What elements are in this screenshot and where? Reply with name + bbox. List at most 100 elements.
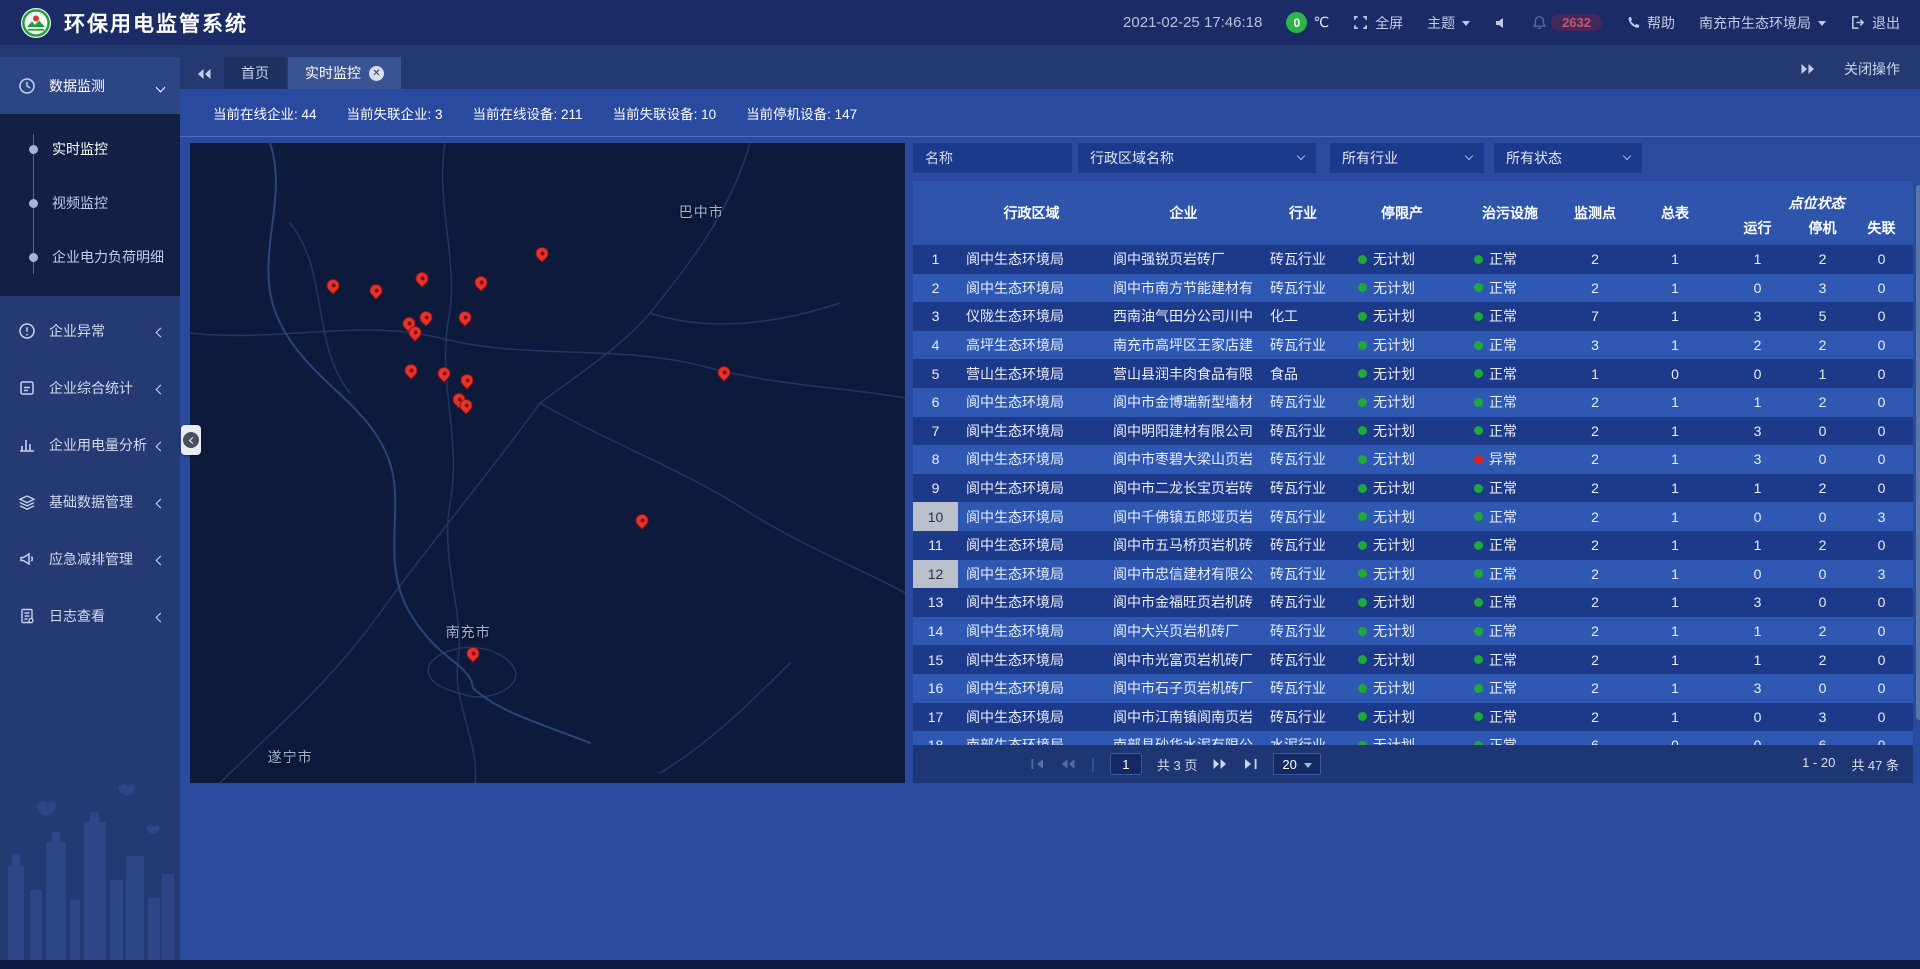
industry-filter-select[interactable]: 所有行业 [1330,143,1484,173]
table-row[interactable]: 11阆中生态环境局阆中市五马桥页岩机砖砖瓦行业无计划正常21120 [913,531,1913,560]
table-row[interactable]: 15阆中生态环境局阆中市光富页岩机砖厂砖瓦行业无计划正常21120 [913,645,1913,674]
cell-region: 阆中生态环境局 [958,388,1105,417]
status-filter-select[interactable]: 所有状态 [1494,143,1642,173]
mute-button[interactable] [1494,16,1508,30]
cell-offline: 0 [1850,302,1913,331]
sidebar-item-label: 应急减排管理 [49,549,157,569]
map-panel[interactable]: 巴中市南充市遂宁市 [190,143,905,783]
cell-company: 阆中明阳建材有限公司 [1105,417,1262,446]
page-size-select[interactable]: 20 [1273,753,1320,775]
sidebar-subitem[interactable]: 实时监控 [0,122,180,176]
industry-filter-value: 所有行业 [1342,148,1398,168]
table-scrollbar[interactable] [1916,185,1920,720]
row-index: 4 [913,331,958,360]
logout-button[interactable]: 退出 [1850,13,1900,33]
cell-offline: 0 [1850,274,1913,303]
table-row[interactable]: 4高坪生态环境局南充市高坪区王家店建砖瓦行业无计划正常31220 [913,331,1913,360]
sidebar-subitem[interactable]: 视频监控 [0,176,180,230]
table-row[interactable]: 7阆中生态环境局阆中明阳建材有限公司砖瓦行业无计划正常21300 [913,417,1913,446]
cell-offline: 0 [1850,617,1913,646]
cell-monitor-points: 3 [1560,331,1630,360]
tab-close-icon[interactable]: ✕ [369,66,384,81]
tab-bar: 首页 实时监控 ✕ 关闭操作 [180,45,1920,89]
table-row[interactable]: 8阆中生态环境局阆中市枣碧大梁山页岩砖瓦行业无计划异常21300 [913,445,1913,474]
cell-industry: 砖瓦行业 [1262,502,1344,531]
cell-industry: 化工 [1262,302,1344,331]
col-halt: 停机 [1795,215,1850,245]
close-operations-button[interactable]: 关闭操作 [1844,59,1900,79]
sidebar: 数据监测实时监控视频监控企业电力负荷明细企业异常企业综合统计企业用电量分析基础数… [0,45,180,960]
brand: 环保用电监管系统 [20,7,248,39]
map-collapse-handle[interactable] [181,425,201,455]
table-row[interactable]: 17阆中生态环境局阆中市江南镇阆南页岩砖瓦行业无计划正常21030 [913,703,1913,732]
cell-company: 营山县润丰肉食品有限 [1105,359,1262,388]
notifications-button[interactable]: 2632 [1532,14,1602,31]
last-page-button[interactable] [1243,758,1258,770]
double-chevron-right-icon [1800,63,1816,75]
stat-item: 当前停机设备: 147 [746,103,857,123]
table-row[interactable]: 9阆中生态环境局阆中市二龙长宝页岩砖砖瓦行业无计划正常21120 [913,474,1913,503]
page-number-input[interactable]: 1 [1110,753,1142,775]
tab-home[interactable]: 首页 [224,57,286,89]
table-row[interactable]: 6阆中生态环境局阆中市金博瑞新型墙材砖瓦行业无计划正常21120 [913,388,1913,417]
prev-page-button[interactable] [1060,758,1076,770]
sidebar-item[interactable]: 数据监测 [0,57,180,114]
cell-region: 阆中生态环境局 [958,645,1105,674]
chevron-down-icon [1818,21,1826,26]
table-row[interactable]: 13阆中生态环境局阆中市金福旺页岩机砖砖瓦行业无计划正常21300 [913,588,1913,617]
table-row[interactable]: 12阆中生态环境局阆中市忠信建材有限公砖瓦行业无计划正常21003 [913,560,1913,589]
cell-stop-status: 无计划 [1344,703,1460,732]
table-row[interactable]: 10阆中生态环境局阆中千佛镇五郎垭页岩砖瓦行业无计划正常21003 [913,502,1913,531]
table-row[interactable]: 2阆中生态环境局阆中市南方节能建材有砖瓦行业无计划正常21030 [913,274,1913,303]
cell-facility-status: 正常 [1460,674,1560,703]
cell-stopped: 0 [1795,588,1850,617]
name-filter-input[interactable] [913,143,1072,173]
table-row[interactable]: 18南部生态环境局南部县砂华水泥有限公水泥行业无计划正常60060 [913,731,1913,745]
cell-company: 阆中市金福旺页岩机砖 [1105,588,1262,617]
map-city-label: 巴中市 [679,202,724,222]
cell-company: 阆中市南方节能建材有 [1105,274,1262,303]
sidebar-item[interactable]: 企业异常 [0,302,180,359]
cell-facility-status: 正常 [1460,274,1560,303]
sidebar-item[interactable]: 企业用电量分析 [0,416,180,473]
table-row[interactable]: 14阆中生态环境局阆中大兴页岩机砖厂砖瓦行业无计划正常21120 [913,617,1913,646]
help-button[interactable]: 帮助 [1626,13,1675,33]
table-row[interactable]: 5营山生态环境局营山县润丰肉食品有限食品无计划正常10010 [913,359,1913,388]
double-chevron-left-icon [196,68,212,80]
cell-total-meter: 1 [1630,502,1720,531]
fullscreen-button[interactable]: 全屏 [1353,13,1403,33]
cell-facility-status: 正常 [1460,331,1560,360]
col-stop: 停限产 [1344,181,1460,245]
cell-offline: 0 [1850,703,1913,732]
app-logo [20,7,52,39]
sidebar-item[interactable]: 日志查看 [0,587,180,644]
org-dropdown[interactable]: 南充市生态环境局 [1699,13,1826,33]
table-row[interactable]: 3仪陇生态环境局西南油气田分公司川中化工无计划正常71350 [913,302,1913,331]
theme-dropdown[interactable]: 主题 [1427,13,1470,33]
chevron-left-icon [157,494,164,510]
map-roads [190,143,905,783]
cell-stop-status: 无计划 [1344,560,1460,589]
sidebar-item[interactable]: 基础数据管理 [0,473,180,530]
cell-offline: 3 [1850,502,1913,531]
cell-total-meter: 1 [1630,531,1720,560]
table-row[interactable]: 1阆中生态环境局阆中强锐页岩砖厂砖瓦行业无计划正常21120 [913,245,1913,274]
cell-industry: 砖瓦行业 [1262,560,1344,589]
sidebar-subitem[interactable]: 企业电力负荷明细 [0,230,180,284]
tabs-scroll-left-button[interactable] [196,68,212,80]
first-page-button[interactable] [1030,758,1045,770]
cell-offline: 0 [1850,645,1913,674]
region-filter-select[interactable]: 行政区域名称 [1078,143,1316,173]
sidebar-item[interactable]: 应急减排管理 [0,530,180,587]
cell-company: 阆中市石子页岩机砖厂 [1105,674,1262,703]
table-row[interactable]: 16阆中生态环境局阆中市石子页岩机砖厂砖瓦行业无计划正常21300 [913,674,1913,703]
sidebar-item[interactable]: 企业综合统计 [0,359,180,416]
table-body: 1阆中生态环境局阆中强锐页岩砖厂砖瓦行业无计划正常211202阆中生态环境局阆中… [913,245,1913,745]
next-page-button[interactable] [1212,758,1228,770]
cell-industry: 砖瓦行业 [1262,331,1344,360]
cell-total-meter: 1 [1630,617,1720,646]
tab-realtime-monitor[interactable]: 实时监控 ✕ [288,57,401,89]
row-index: 15 [913,645,958,674]
cell-facility-status: 正常 [1460,474,1560,503]
tabs-scroll-right-button[interactable] [1800,63,1816,75]
